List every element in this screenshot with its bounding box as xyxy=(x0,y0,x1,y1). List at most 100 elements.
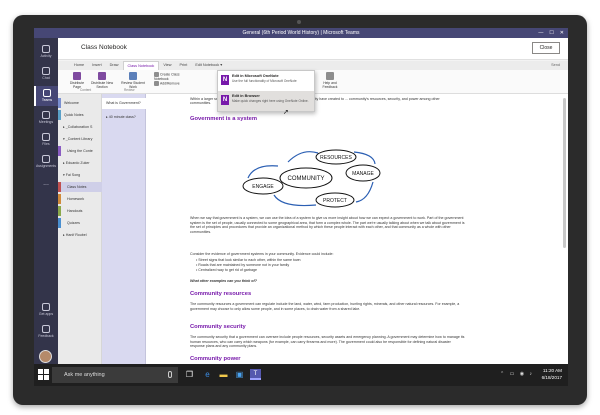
distribute-page-icon xyxy=(73,72,81,80)
paragraph: The community resources a government can… xyxy=(190,302,460,311)
list-item: • Centralized way to get rid of garbage xyxy=(196,268,257,272)
tab-view[interactable]: View xyxy=(159,61,175,70)
rail-item-activity[interactable]: Activity xyxy=(34,42,58,62)
section-item[interactable]: Handouts xyxy=(58,206,102,216)
notebook-page[interactable]: Within a larger sense, a government is t… xyxy=(146,94,568,364)
apps-icon xyxy=(42,303,50,311)
menu-item-title: Edit in Browser xyxy=(232,94,260,98)
list-item: • Street signs that look similar to each… xyxy=(196,258,301,262)
edge-icon[interactable]: e xyxy=(202,369,213,380)
distribute-section-button[interactable]: Distribute New Section xyxy=(90,72,114,89)
paragraph: The community security that a government… xyxy=(190,335,465,348)
list-item-text: Street signs that look similar to each o… xyxy=(198,258,301,262)
chat-icon xyxy=(42,67,50,75)
rail-label: Feedback xyxy=(38,334,54,338)
section-item[interactable]: ▸ Hanif Roubel xyxy=(58,230,102,240)
bell-icon xyxy=(42,45,50,53)
maximize-icon[interactable]: ☐ xyxy=(549,28,553,38)
file-icon xyxy=(42,133,50,141)
window-title-bar: General (6th Period World History) | Mic… xyxy=(34,28,568,38)
file-explorer-icon[interactable]: ▬ xyxy=(218,369,229,380)
section-item[interactable]: Welcome xyxy=(58,98,102,108)
section-item[interactable]: Using the Conte xyxy=(58,146,102,156)
onenote-icon: N xyxy=(221,75,229,85)
microphone-icon[interactable] xyxy=(168,371,172,378)
tab-class-notebook[interactable]: Class Notebook xyxy=(122,61,160,70)
system-tray[interactable]: ⌃ ▭ ◉ ♪ xyxy=(500,371,534,377)
feedback-icon xyxy=(42,325,50,333)
rail-item-files[interactable]: Files xyxy=(34,130,58,150)
start-icon[interactable] xyxy=(38,369,49,380)
review-student-work-button[interactable]: Review Student Work xyxy=(118,72,148,89)
diagram-label-manage: MANAGE xyxy=(352,171,374,177)
page-item[interactable]: ▸ 40 minute class? xyxy=(102,112,146,123)
rail-item-more[interactable]: ... xyxy=(34,176,58,196)
diagram-label-protect: PROTECT xyxy=(323,198,347,204)
diagram-label-community: COMMUNITY xyxy=(288,176,325,182)
onenote-icon: N xyxy=(221,95,229,105)
list-item-text: Roads that are maintained by someone not… xyxy=(198,263,290,267)
section-item[interactable]: ▸ Eduardo Zuker xyxy=(58,158,102,168)
rail-item-chat[interactable]: Chat xyxy=(34,64,58,84)
rail-label: Meetings xyxy=(38,120,54,124)
close-window-icon[interactable]: ✕ xyxy=(560,28,564,38)
minimize-icon[interactable]: — xyxy=(538,28,543,38)
pages-pane: What is Government? ▸ 40 minute class? xyxy=(102,94,146,364)
teams-icon xyxy=(43,89,51,97)
section-item[interactable]: ▸ _Collaboration S xyxy=(58,122,102,132)
rail-item-teams[interactable]: Teams xyxy=(34,86,58,106)
heading-community-resources: Community resources xyxy=(190,291,252,297)
section-item[interactable]: ▾ _Content Library xyxy=(58,134,102,144)
scrollbar[interactable] xyxy=(563,98,566,248)
button-label: Help and Feedback xyxy=(322,81,338,89)
mouse-cursor-icon: ➚ xyxy=(283,109,289,116)
menu-item-desc: Make quick changes right here using OneN… xyxy=(232,99,309,103)
rail-item-get-apps[interactable]: Get apps xyxy=(34,300,58,320)
distribute-section-icon xyxy=(98,72,106,80)
rail-item-feedback[interactable]: Feedback xyxy=(34,322,58,342)
menu-item-edit-in-onenote[interactable]: N Edit in Microsoft OneNote Use the full… xyxy=(218,71,314,91)
section-item[interactable]: Class Notes xyxy=(58,182,102,192)
search-box[interactable]: Ask me anything xyxy=(52,367,178,383)
tab-home[interactable]: Home xyxy=(70,61,88,70)
section-item[interactable]: Quick Notes xyxy=(58,110,102,120)
diagram-label-engage: ENGAGE xyxy=(252,184,274,190)
menu-item-title: Edit in Microsoft OneNote xyxy=(232,74,279,78)
teams-app-rail: Activity Chat Teams Meetings Files Assig… xyxy=(34,38,58,364)
page-item[interactable]: What is Government? xyxy=(102,98,146,109)
section-item[interactable]: Homework xyxy=(58,194,102,204)
tab-draw[interactable]: Draw xyxy=(106,61,123,70)
rail-item-meetings[interactable]: Meetings xyxy=(34,108,58,128)
tab-edit-notebook[interactable]: Edit Notebook ▾ xyxy=(191,61,226,70)
group-label-review: Review xyxy=(124,88,135,92)
rail-label: Assignments xyxy=(35,164,57,168)
task-view-icon[interactable]: ❐ xyxy=(184,369,195,380)
teams-taskbar-icon[interactable]: T xyxy=(250,369,261,380)
clock[interactable]: 11:20 AM 6/18/2017 xyxy=(542,367,562,381)
section-item[interactable]: ▾ Fai Song xyxy=(58,170,102,180)
send-label[interactable]: Send xyxy=(551,61,560,70)
community-diagram: COMMUNITY RESOURCES MANAGE PROTECT ENGAG… xyxy=(242,149,381,208)
distribute-page-button[interactable]: Distribute Page xyxy=(66,72,88,89)
heading-government-system: Government is a system xyxy=(190,116,258,122)
heading-community-power: Community power xyxy=(190,356,241,362)
section-item[interactable]: Quizzes xyxy=(58,218,102,228)
clock-time: 11:20 AM xyxy=(542,368,562,373)
tab-header: Class Notebook Close xyxy=(58,38,568,60)
page-title: Class Notebook xyxy=(81,44,127,51)
store-icon[interactable]: ▣ xyxy=(234,369,245,380)
list-item-text: Centralized way to get rid of garbage xyxy=(198,268,257,272)
window-title: General (6th Period World History) | Mic… xyxy=(242,30,360,36)
avatar[interactable] xyxy=(39,350,52,363)
assignments-icon xyxy=(42,155,50,163)
review-icon xyxy=(129,72,137,80)
tab-print[interactable]: Print xyxy=(176,61,192,70)
rail-item-assignments[interactable]: Assignments xyxy=(34,152,58,172)
close-button[interactable]: Close xyxy=(532,42,560,54)
add-remove-button[interactable]: Add/Remove xyxy=(154,81,184,86)
more-icon: ... xyxy=(43,180,49,187)
menu-item-edit-in-browser[interactable]: N Edit in Browser Make quick changes rig… xyxy=(218,91,314,111)
create-class-notebook-button[interactable]: Create Class Notebook xyxy=(154,72,184,81)
help-feedback-button[interactable]: Help and Feedback xyxy=(318,72,342,89)
tab-insert[interactable]: Insert xyxy=(88,61,106,70)
